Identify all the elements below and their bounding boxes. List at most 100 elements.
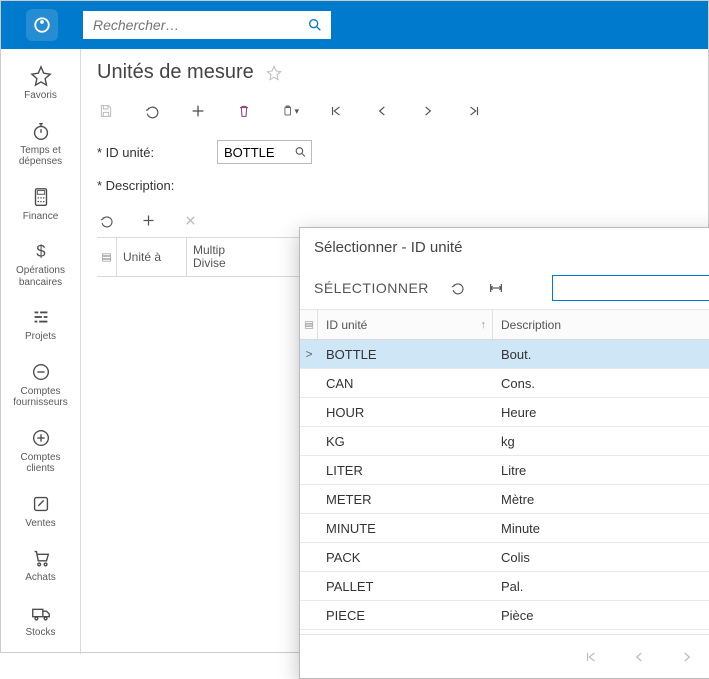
lookup-icon[interactable]	[294, 146, 307, 159]
popup-search-input[interactable]	[553, 276, 709, 300]
sidebar-item-label: Comptes clients	[5, 452, 76, 475]
cell-id: MINUTE	[318, 521, 493, 536]
last-record-button[interactable]	[465, 102, 483, 120]
table-row[interactable]: KGkg	[300, 427, 709, 456]
popup-fit-button[interactable]	[487, 279, 505, 297]
save-button[interactable]	[97, 102, 115, 120]
select-action[interactable]: SÉLECTIONNER	[314, 280, 429, 296]
pager-prev-button[interactable]	[632, 650, 646, 664]
sidebar-item-favoris[interactable]: Favoris	[1, 57, 80, 112]
table-row[interactable]: METERMètre	[300, 485, 709, 514]
minus-circle-icon	[30, 361, 52, 383]
sidebar-item-finance[interactable]: Finance	[1, 178, 80, 233]
sidebar-item-label: Ventes	[25, 518, 56, 530]
cell-id: KG	[318, 434, 493, 449]
next-record-button[interactable]	[419, 102, 437, 120]
id-unit-label: ID unité:	[97, 145, 217, 160]
pager-next-button[interactable]	[680, 650, 694, 664]
page-title: Unités de mesure	[97, 61, 254, 84]
sidebar-item-ventes[interactable]: Ventes	[1, 485, 80, 540]
table-row[interactable]: PIECEPièce	[300, 601, 709, 630]
undo-button[interactable]	[143, 102, 161, 120]
sort-asc-icon: ↑	[481, 319, 487, 331]
star-icon	[30, 65, 52, 87]
clipboard-button[interactable]: ▾	[281, 102, 299, 120]
col-header-desc[interactable]: Description	[493, 318, 709, 332]
grid-selector-icon[interactable]	[97, 238, 117, 276]
table-row[interactable]: PACKColis	[300, 543, 709, 572]
cell-id: PALLET	[318, 579, 493, 594]
sidebar-item-clients[interactable]: Comptes clients	[1, 419, 80, 485]
truck-icon	[30, 602, 52, 624]
grid-refresh-button[interactable]	[97, 211, 115, 229]
row-indicator: >	[300, 347, 318, 361]
stopwatch-icon	[30, 120, 52, 142]
edit-square-icon	[30, 493, 52, 515]
sidebar-item-stocks[interactable]: Stocks	[1, 594, 80, 649]
sidebar-item-bancaires[interactable]: $ Opérations bancaires	[1, 232, 80, 298]
col-mult-div[interactable]: Multip Divise	[187, 238, 242, 276]
calculator-icon	[30, 186, 52, 208]
favorite-star-icon[interactable]	[266, 65, 282, 81]
global-search[interactable]	[83, 11, 331, 39]
app-logo[interactable]	[13, 9, 71, 41]
cell-id: LITER	[318, 463, 493, 478]
table-row[interactable]: >BOTTLEBout.	[300, 340, 709, 369]
global-search-input[interactable]	[83, 11, 331, 39]
sidebar-item-temps[interactable]: Temps et dépenses	[1, 112, 80, 178]
plus-circle-icon	[30, 427, 52, 449]
table-row[interactable]: PALLETPal.	[300, 572, 709, 601]
cell-desc: Cons.	[493, 376, 709, 391]
sidebar-item-projets[interactable]: Projets	[1, 298, 80, 353]
table-row[interactable]: LITERLitre	[300, 456, 709, 485]
sidebar-item-label: Temps et dépenses	[5, 145, 76, 168]
sidebar-item-label: Stocks	[25, 627, 55, 639]
search-icon	[307, 17, 323, 33]
delete-button[interactable]	[235, 102, 253, 120]
first-record-button[interactable]	[327, 102, 345, 120]
logo-icon	[33, 16, 51, 34]
col-unit-to[interactable]: Unité à	[117, 238, 187, 276]
popup-pager	[300, 634, 709, 678]
col-header-id[interactable]: ID unité↑	[318, 310, 493, 339]
table-row[interactable]: HOURHeure	[300, 398, 709, 427]
add-button[interactable]	[189, 102, 207, 120]
table-row[interactable]: MINUTEMinute	[300, 514, 709, 543]
cell-desc: Litre	[493, 463, 709, 478]
sidebar-item-fournisseurs[interactable]: Comptes fournisseurs	[1, 353, 80, 419]
cell-desc: Heure	[493, 405, 709, 420]
cell-id: BOTTLE	[318, 347, 493, 362]
lookup-popup: Sélectionner - ID unité SÉLECTIONNER ID …	[299, 227, 709, 679]
cell-id: METER	[318, 492, 493, 507]
cell-desc: Pièce	[493, 608, 709, 623]
main-toolbar: ▾	[97, 96, 692, 132]
sidebar-item-label: Comptes fournisseurs	[5, 386, 76, 409]
pager-first-button[interactable]	[584, 650, 598, 664]
sidebar-item-label: Finance	[23, 211, 59, 223]
cell-desc: Colis	[493, 550, 709, 565]
popup-search[interactable]	[552, 275, 709, 301]
id-unit-input-wrap[interactable]	[217, 140, 312, 164]
popup-grid-body: >BOTTLEBout.CANCons.HOURHeureKGkgLITERLi…	[300, 340, 709, 634]
cell-id: PIECE	[318, 608, 493, 623]
prev-record-button[interactable]	[373, 102, 391, 120]
cell-desc: Pal.	[493, 579, 709, 594]
grid-add-button[interactable]	[139, 211, 157, 229]
id-unit-input[interactable]	[224, 145, 287, 160]
cart-icon	[30, 547, 52, 569]
table-row[interactable]: CANCons.	[300, 369, 709, 398]
dollar-icon: $	[30, 240, 52, 262]
grid-selector-icon[interactable]	[300, 310, 318, 339]
sidebar-item-label: Projets	[25, 331, 56, 343]
cell-id: CAN	[318, 376, 493, 391]
grid-delete-button[interactable]	[181, 211, 199, 229]
cell-id: HOUR	[318, 405, 493, 420]
top-bar	[1, 1, 708, 49]
popup-grid-header: ID unité↑ Description	[300, 310, 709, 340]
popup-refresh-button[interactable]	[449, 279, 467, 297]
cell-id: PACK	[318, 550, 493, 565]
popup-title: Sélectionner - ID unité	[314, 239, 462, 256]
sidebar-item-label: Opérations bancaires	[5, 265, 76, 288]
sidebar-item-achats[interactable]: Achats	[1, 539, 80, 594]
cell-desc: Bout.	[493, 347, 709, 362]
